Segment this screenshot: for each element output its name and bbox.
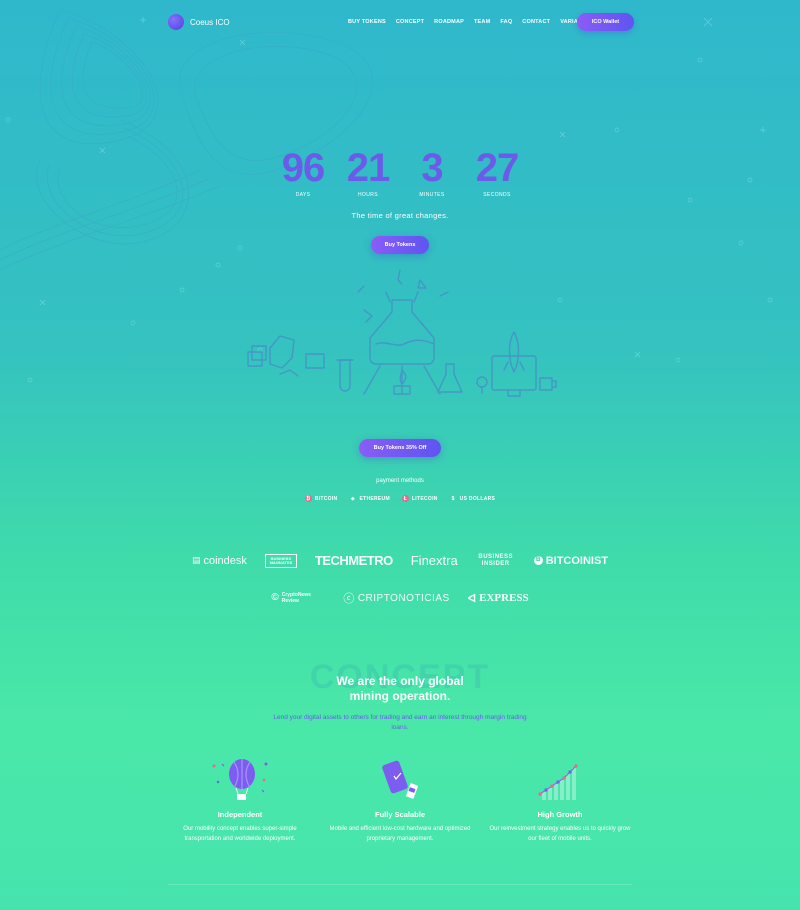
- minutes-value: 3: [421, 146, 443, 190]
- press-bitcoinist-text: BITCOINIST: [545, 554, 609, 567]
- concept-subtitle: Lend your digital assets to others for t…: [273, 714, 527, 731]
- feature-fully-scalable-title: Fully Scalable: [374, 810, 426, 819]
- concept-title-line-2: mining operation.: [349, 689, 451, 703]
- payment-methods-list: ₿ BITCOIN ◆ ETHEREUM Ł LITECOIN $ US DOL…: [0, 495, 800, 502]
- nav-buy-tokens[interactable]: BUY TOKENS: [348, 19, 386, 25]
- days-label: DAYS: [295, 192, 311, 198]
- days-value: 96: [281, 146, 326, 190]
- phone-icon: [325, 758, 475, 802]
- press-criptonoticias-text: CRIPTONOTICIAS: [357, 592, 450, 604]
- buy-tokens-button[interactable]: Buy Tokens: [371, 236, 429, 254]
- minutes-label: MINUTES: [419, 192, 445, 198]
- feature-high-growth-title: High Growth: [537, 810, 583, 819]
- countdown-seconds: 27 SECONDS: [462, 148, 532, 198]
- criptonoticias-icon: ⓒ: [343, 593, 355, 605]
- buy-tokens-discount-button[interactable]: Buy Tokens 35% Off: [359, 439, 441, 457]
- litecoin-icon: Ł: [401, 495, 409, 502]
- logo-icon: [168, 14, 184, 30]
- payment-ethereum: ◆ ETHEREUM: [349, 495, 390, 502]
- press-express-logo: ᐊ EXPRESS: [468, 592, 529, 605]
- feature-independent: Independent Our mobility concept enables…: [165, 758, 315, 844]
- press-cryptonews-logo: © CryptoNews Review: [271, 592, 325, 604]
- payment-ethereum-label: ETHEREUM: [359, 495, 390, 502]
- express-icon: ᐊ: [467, 592, 477, 605]
- growth-chart-icon: [485, 758, 635, 802]
- press-business-magnates-logo: BUSINESS MAGNATES: [264, 553, 297, 568]
- bitcoinist-icon: B: [533, 556, 543, 565]
- nav-contact[interactable]: CONTACT: [522, 19, 550, 25]
- feature-high-growth-desc: Our reinvestment strategy enables us to …: [489, 826, 631, 842]
- countdown-days: 96 DAYS: [268, 148, 338, 198]
- press-cryptonews-text: CryptoNews Review: [281, 592, 311, 604]
- dollar-icon: $: [451, 495, 455, 502]
- press-business-insider-logo: BUSINESS INSIDER: [478, 553, 514, 567]
- ico-wallet-button[interactable]: ICO Wallet: [577, 13, 634, 31]
- payment-litecoin: Ł LITECOIN: [401, 495, 438, 502]
- bitcoin-icon: ₿: [304, 495, 312, 502]
- feature-fully-scalable: Fully Scalable Mobile and efficient low-…: [325, 758, 475, 844]
- payment-methods-title: payment methods: [376, 478, 424, 484]
- press-coindesk-logo: ▤ coindesk: [192, 555, 247, 567]
- payment-usd-label: US DOLLARS: [459, 495, 496, 502]
- press-logos-row-1: ▤ coindesk BUSINESS MAGNATES TECHMETRO F…: [0, 553, 800, 568]
- press-bitcoinist-logo: B BITCOINIST: [533, 554, 609, 567]
- feature-fully-scalable-desc: Mobile and efficient low-cost hardware a…: [329, 826, 471, 842]
- site-header: Coeus ICO BUY TOKENS CONCEPT ROADMAP TEA…: [0, 10, 800, 36]
- press-logos-row-2: © CryptoNews Review ⓒ CRIPTONOTICIAS ᐊ E…: [0, 590, 800, 606]
- countdown-minutes: 3 MINUTES: [397, 148, 467, 198]
- payment-bitcoin: ₿ BITCOIN: [304, 495, 338, 502]
- payment-usd: $ US DOLLARS: [450, 495, 496, 502]
- balloon-icon: [165, 758, 315, 802]
- press-coindesk-text: coindesk: [203, 554, 247, 567]
- hero-tagline: The time of great changes.: [351, 211, 449, 220]
- payment-bitcoin-label: BITCOIN: [314, 495, 338, 502]
- feature-high-growth: High Growth Our reinvestment strategy en…: [485, 758, 635, 844]
- press-finextra-logo: Finextra: [410, 553, 458, 568]
- nav-concept[interactable]: CONCEPT: [396, 19, 424, 25]
- press-techmetro-logo: TECHMETRO: [314, 553, 393, 568]
- nav-roadmap[interactable]: ROADMAP: [434, 19, 464, 25]
- countdown-timer: 96 DAYS 21 HOURS 3 MINUTES 27 SECONDS: [0, 148, 800, 208]
- concept-title: We are the only global mining operation.: [0, 674, 800, 704]
- concept-title-line-1: We are the only global: [336, 674, 464, 688]
- section-divider: [168, 884, 632, 885]
- hours-label: HOURS: [357, 192, 379, 198]
- feature-independent-desc: Our mobility concept enables super-simpl…: [183, 826, 297, 842]
- lab-illustration: [247, 269, 557, 397]
- ethereum-icon: ◆: [350, 495, 356, 502]
- logo[interactable]: Coeus ICO: [168, 14, 230, 30]
- main-nav: BUY TOKENS CONCEPT ROADMAP TEAM FAQ CONT…: [348, 19, 590, 25]
- seconds-value: 27: [475, 146, 520, 190]
- press-criptonoticias-logo: ⓒ CRIPTONOTICIAS: [343, 590, 449, 606]
- cryptonews-icon: ©: [271, 592, 279, 603]
- payment-litecoin-label: LITECOIN: [411, 495, 438, 502]
- countdown-hours: 21 HOURS: [333, 148, 403, 198]
- seconds-label: SECONDS: [483, 192, 511, 198]
- nav-team[interactable]: TEAM: [474, 19, 490, 25]
- coindesk-icon: ▤: [191, 555, 201, 565]
- logo-text: Coeus ICO: [190, 17, 230, 27]
- nav-faq[interactable]: FAQ: [500, 19, 512, 25]
- press-express-text: EXPRESS: [479, 592, 529, 604]
- feature-independent-title: Independent: [217, 810, 263, 819]
- hours-value: 21: [346, 146, 391, 190]
